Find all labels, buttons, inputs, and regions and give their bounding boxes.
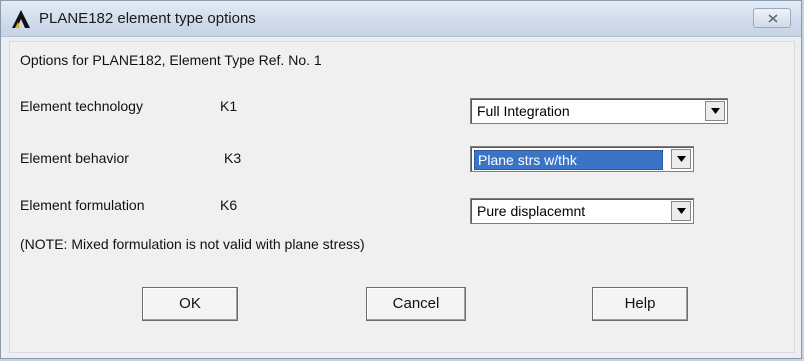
label-element-behavior: Element behavior <box>20 150 129 166</box>
cancel-button[interactable]: Cancel <box>366 287 466 321</box>
dialog-body: Options for PLANE182, Element Type Ref. … <box>9 41 795 353</box>
key-k3: K3 <box>224 150 242 166</box>
key-k1: K1 <box>220 98 238 114</box>
dialog-window: PLANE182 element type options Options fo… <box>0 0 802 359</box>
dropdown-arrow-button[interactable] <box>705 101 725 121</box>
close-icon <box>768 14 778 23</box>
window-title: PLANE182 element type options <box>39 10 256 27</box>
help-button[interactable]: Help <box>592 287 688 321</box>
key-k6: K6 <box>220 197 238 213</box>
dropdown-arrow-button[interactable] <box>671 201 691 221</box>
formulation-note: (NOTE: Mixed formulation is not valid wi… <box>20 236 365 252</box>
element-technology-value: Full Integration <box>477 103 570 119</box>
chevron-down-icon <box>677 208 686 214</box>
chevron-down-icon <box>677 156 686 162</box>
label-element-formulation: Element formulation <box>20 197 145 213</box>
close-button[interactable] <box>753 8 791 28</box>
title-bar[interactable]: PLANE182 element type options <box>1 1 801 37</box>
element-behavior-select[interactable]: Plane strs w/thk <box>470 146 694 172</box>
dialog-heading: Options for PLANE182, Element Type Ref. … <box>20 52 322 68</box>
label-element-technology: Element technology <box>20 98 143 114</box>
chevron-down-icon <box>711 108 720 114</box>
ansys-logo-icon <box>12 10 30 28</box>
element-formulation-value: Pure displacemnt <box>477 203 586 219</box>
element-technology-select[interactable]: Full Integration <box>470 98 728 124</box>
element-formulation-select[interactable]: Pure displacemnt <box>470 198 694 224</box>
element-behavior-value: Plane strs w/thk <box>474 150 663 170</box>
dropdown-arrow-button[interactable] <box>671 149 691 169</box>
ok-button[interactable]: OK <box>142 287 238 321</box>
